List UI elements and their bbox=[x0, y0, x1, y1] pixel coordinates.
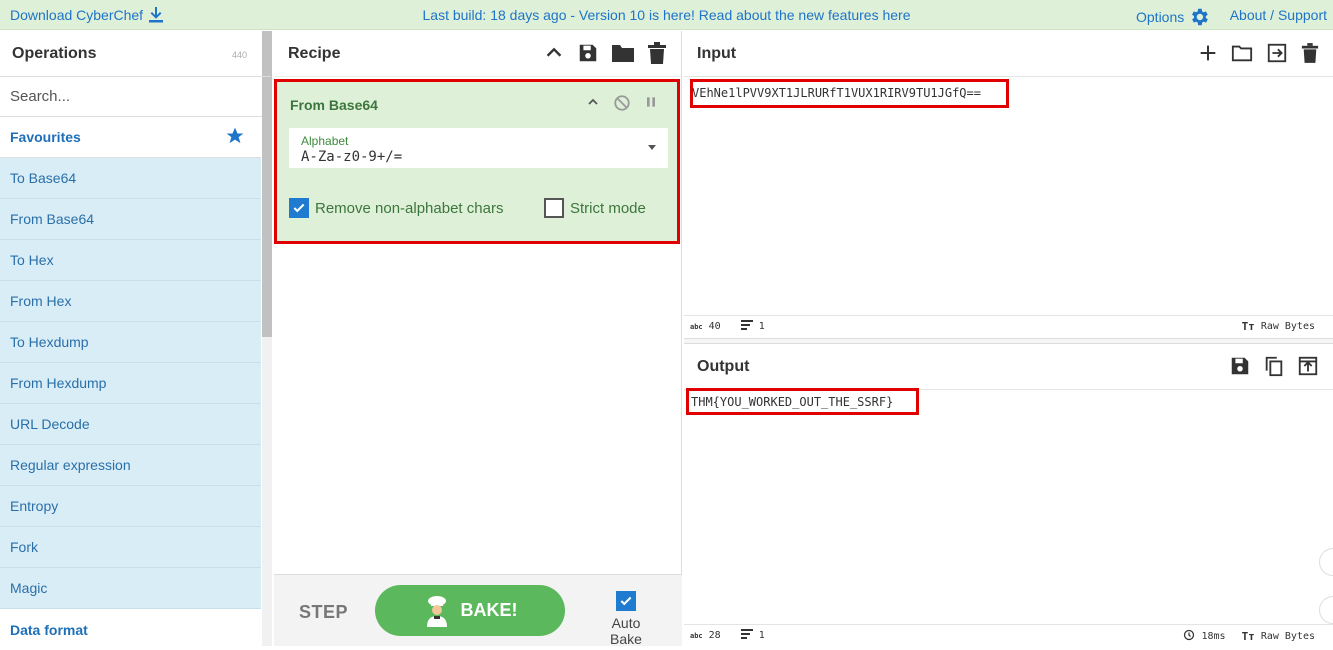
save-icon[interactable] bbox=[577, 42, 599, 64]
operation-item[interactable]: To Base64 bbox=[0, 158, 261, 199]
operation-item[interactable]: Entropy bbox=[0, 486, 261, 527]
input-panel: Input VEhNe1lPVV9XT1JLRURfT1VUX1RIRV9TU1… bbox=[684, 31, 1333, 338]
edge-button[interactable] bbox=[1319, 596, 1333, 624]
output-header: Output bbox=[684, 344, 1333, 390]
bake-area: STEP BAKE! Auto Bake bbox=[274, 574, 682, 647]
bake-button[interactable]: BAKE! bbox=[375, 585, 565, 636]
output-title: Output bbox=[697, 357, 750, 375]
chevron-up-icon[interactable] bbox=[585, 94, 601, 112]
remove-nonalpha-label: Remove non-alphabet chars bbox=[315, 199, 504, 217]
input-char-count: 40 bbox=[708, 321, 721, 332]
operation-item[interactable]: To Hex bbox=[0, 240, 261, 281]
folder-icon[interactable] bbox=[611, 42, 635, 64]
output-panel: Output THM{YOU_WORKED_OUT_THE_SSRF} abc … bbox=[684, 344, 1333, 646]
recipe-title: Recipe bbox=[288, 44, 341, 62]
output-bake-time: 18ms bbox=[1201, 631, 1226, 642]
save-icon[interactable] bbox=[1229, 355, 1251, 377]
category-label: Favourites bbox=[10, 129, 81, 145]
autobake-label: Auto Bake bbox=[610, 615, 642, 647]
about-link[interactable]: About / Support bbox=[1230, 7, 1327, 23]
strict-mode-option[interactable]: Strict mode bbox=[544, 198, 646, 218]
output-status-bar: abc 28 1 18ms Tт Raw Bytes bbox=[684, 624, 1333, 646]
operations-panel: Operations 440 Favourites To Base64From … bbox=[0, 31, 272, 646]
clock-icon bbox=[1183, 629, 1195, 644]
top-banner: Download CyberChef Last build: 18 days a… bbox=[0, 0, 1333, 30]
recipe-header: Recipe bbox=[274, 31, 681, 77]
operation-item[interactable]: From Base64 bbox=[0, 199, 261, 240]
gear-icon bbox=[1188, 6, 1210, 28]
recipe-panel: Recipe From Base64 Alphabet A-Za-z0-9+/=… bbox=[274, 31, 682, 647]
plus-icon[interactable] bbox=[1197, 42, 1219, 64]
lines-icon bbox=[740, 629, 753, 642]
check-icon bbox=[620, 596, 632, 606]
input-title: Input bbox=[697, 44, 737, 62]
input-textarea[interactable]: VEhNe1lPVV9XT1JLRURfT1VUX1RIRV9TU1JGfQ== bbox=[692, 86, 981, 100]
trash-icon[interactable] bbox=[1301, 42, 1319, 64]
operation-title: From Base64 bbox=[290, 97, 378, 113]
text-format-icon[interactable]: Tт bbox=[1242, 630, 1255, 643]
search-input[interactable] bbox=[10, 88, 250, 105]
open-file-icon[interactable] bbox=[1265, 42, 1289, 64]
options-button[interactable]: Options bbox=[1136, 6, 1210, 28]
operation-item[interactable]: From Hex bbox=[0, 281, 261, 322]
operation-item[interactable]: URL Decode bbox=[0, 404, 261, 445]
operation-item[interactable]: Regular expression bbox=[0, 445, 261, 486]
lines-icon bbox=[740, 320, 753, 333]
abc-icon: abc bbox=[690, 631, 703, 640]
text-format-icon[interactable]: Tт bbox=[1242, 320, 1255, 333]
copy-icon[interactable] bbox=[1263, 355, 1285, 377]
output-format[interactable]: Raw Bytes bbox=[1261, 631, 1315, 642]
remove-nonalpha-checkbox[interactable] bbox=[289, 198, 309, 218]
strict-mode-label: Strict mode bbox=[570, 199, 646, 217]
pause-icon[interactable] bbox=[643, 94, 659, 112]
from-base64-operation[interactable]: From Base64 Alphabet A-Za-z0-9+/= Remove… bbox=[274, 79, 680, 244]
strict-mode-checkbox[interactable] bbox=[544, 198, 564, 218]
check-icon bbox=[293, 203, 305, 213]
input-line-count: 1 bbox=[758, 321, 765, 332]
alphabet-select[interactable]: Alphabet A-Za-z0-9+/= bbox=[289, 128, 668, 168]
chevron-down-icon bbox=[648, 145, 656, 150]
operation-item[interactable]: To Hexdump bbox=[0, 322, 261, 363]
input-format[interactable]: Raw Bytes bbox=[1261, 321, 1315, 332]
autobake-checkbox[interactable] bbox=[616, 591, 636, 611]
output-line-count: 1 bbox=[758, 630, 765, 641]
input-status-bar: abc 40 1 Tт Raw Bytes bbox=[684, 315, 1333, 337]
bake-label: BAKE! bbox=[460, 600, 518, 620]
step-button[interactable]: STEP bbox=[299, 602, 348, 623]
options-label: Options bbox=[1136, 9, 1185, 25]
chef-icon bbox=[423, 595, 451, 627]
input-header: Input bbox=[684, 31, 1333, 77]
edge-button[interactable] bbox=[1319, 548, 1333, 576]
alphabet-value: A-Za-z0-9+/= bbox=[301, 149, 403, 165]
disable-icon[interactable] bbox=[613, 94, 631, 112]
alphabet-label: Alphabet bbox=[301, 134, 349, 148]
operation-item[interactable]: Magic bbox=[0, 568, 261, 609]
operation-item[interactable]: From Hexdump bbox=[0, 363, 261, 404]
trash-icon[interactable] bbox=[647, 42, 667, 64]
remove-nonalpha-option[interactable]: Remove non-alphabet chars bbox=[289, 198, 503, 218]
build-notice[interactable]: Last build: 18 days ago - Version 10 is … bbox=[0, 7, 1333, 23]
replace-input-icon[interactable] bbox=[1297, 355, 1319, 377]
operation-item[interactable]: Fork bbox=[0, 527, 261, 568]
operations-count: 440 bbox=[231, 50, 247, 60]
output-char-count: 28 bbox=[708, 630, 721, 641]
autobake-option[interactable]: Auto Bake bbox=[595, 591, 657, 647]
category-data-format[interactable]: Data format bbox=[0, 609, 261, 650]
operations-list: To Base64 From Base64 To Hex From Hex To Hex… bbox=[0, 158, 271, 609]
star-icon[interactable] bbox=[225, 126, 245, 146]
operations-header: Operations 440 bbox=[0, 31, 271, 77]
category-favourites[interactable]: Favourites bbox=[0, 117, 261, 158]
open-folder-icon[interactable] bbox=[1231, 42, 1253, 64]
operations-search bbox=[0, 77, 271, 117]
output-text: THM{YOU_WORKED_OUT_THE_SSRF} bbox=[691, 395, 894, 409]
chevron-up-icon[interactable] bbox=[543, 42, 565, 64]
operations-title: Operations bbox=[12, 44, 97, 62]
abc-icon: abc bbox=[690, 322, 703, 331]
